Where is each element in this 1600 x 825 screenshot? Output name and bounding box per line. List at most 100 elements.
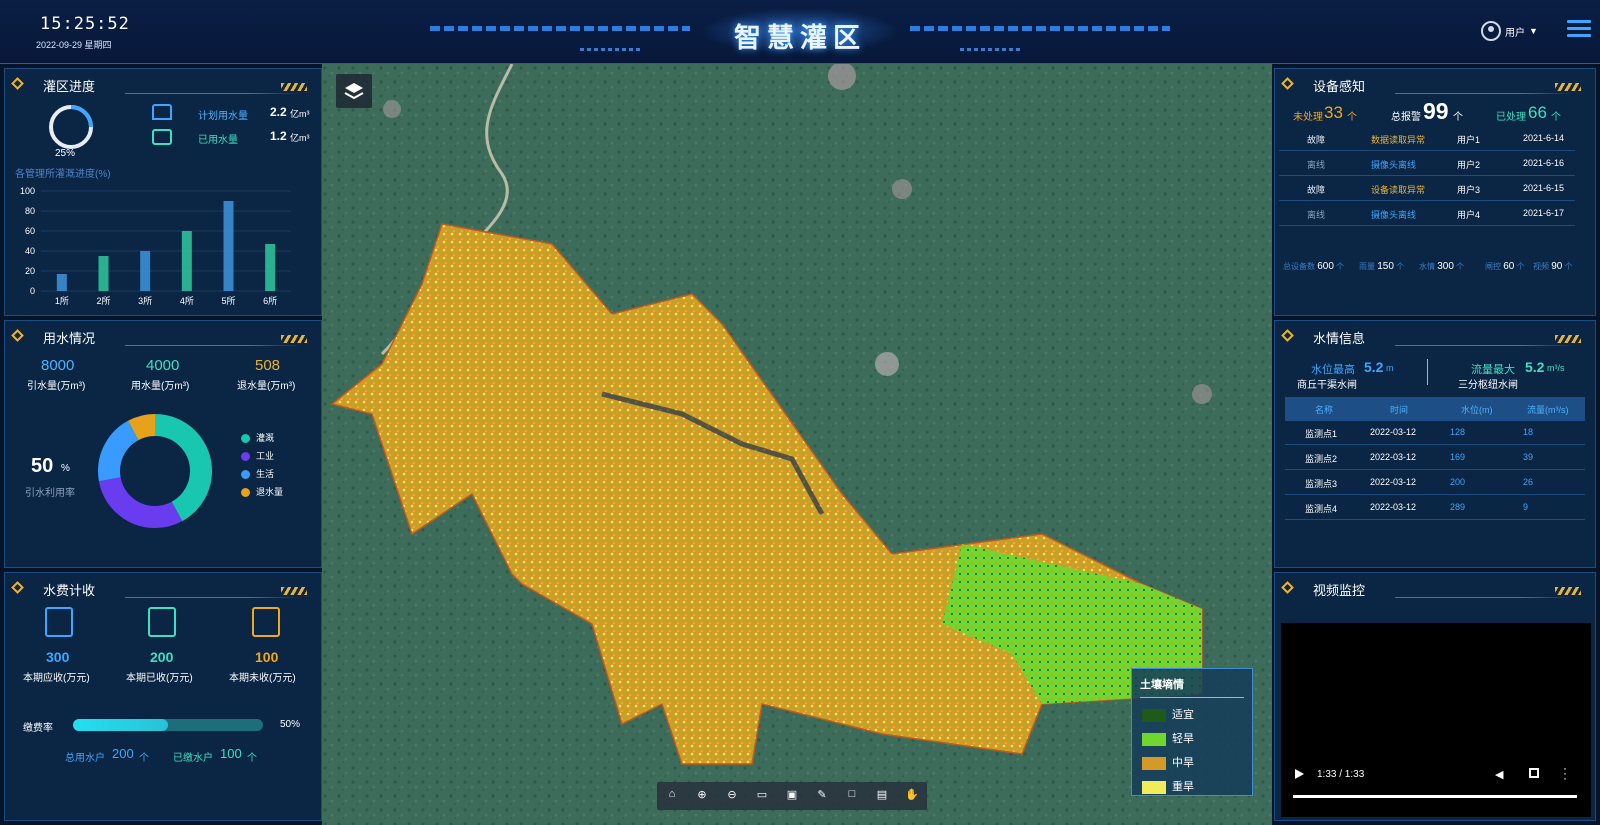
water-table-cell: 2022-03-12 — [1370, 452, 1417, 462]
date: 2022-09-29 星期四 — [36, 40, 112, 50]
video-player[interactable]: 1:33 / 1:33 ◀ · · · — [1281, 623, 1591, 817]
title-area: 智慧灌区 — [420, 0, 1180, 64]
bar-chart: 0 20 40 60 80 100 1所 2所 3所 4所 5所 6所 — [20, 186, 291, 305]
select-box-icon[interactable]: □ — [845, 788, 859, 802]
pending-label: 未处理 — [1293, 112, 1323, 123]
fee-panel: 水费计收 300 本期应收(万元) 200 本期已收(万元) 100 本期未收(… — [4, 572, 322, 821]
video-progress[interactable] — [1293, 795, 1577, 798]
max-level-site: 商丘干渠水闸 — [1297, 380, 1357, 391]
used-label: 已用水量 — [198, 135, 238, 146]
home-icon[interactable]: ⌂ — [665, 788, 679, 802]
video-panel: 视频监控 1:33 / 1:33 ◀ · · · — [1274, 572, 1596, 821]
alarm-row[interactable]: 故障 数据读取异常 用户1 2021-6-14 — [1279, 126, 1575, 151]
device-summary-item: 雨量 150 个 — [1359, 261, 1405, 272]
unreceived-icon — [252, 607, 280, 637]
user-name: 用户 — [1505, 27, 1525, 39]
water-table-cell: 26 — [1523, 477, 1534, 487]
pan-hand-icon[interactable]: ✋ — [905, 788, 919, 802]
chevron-down-icon: ▼ — [1529, 26, 1538, 36]
fullscreen-map-icon[interactable]: ▣ — [785, 788, 799, 802]
water-table-cell: 200 — [1450, 477, 1466, 487]
zoom-in-icon[interactable]: ⊕ — [695, 788, 709, 802]
water-table-header-cell: 水位(m) — [1461, 405, 1493, 415]
alarm-cell: 摄像头离线 — [1371, 210, 1417, 220]
water-table-cell: 2022-03-12 — [1370, 502, 1417, 512]
water-table-cell: 监测点4 — [1305, 504, 1338, 514]
stat-label: 引水量(万m³) — [27, 381, 86, 392]
alarm-row[interactable]: 离线 摄像头离线 用户4 2021-6-17 — [1279, 201, 1575, 226]
usage-panel: 用水情况 8000 引水量(万m³) 4000 用水量(万m³) 508 退水量… — [4, 320, 322, 568]
alarm-cell: 设备读取异常 — [1371, 185, 1426, 195]
bar — [140, 251, 151, 291]
receivable-icon — [45, 607, 73, 637]
water-table-header-cell: 流量(m³/s) — [1527, 405, 1569, 415]
device-summary-item: 水情 300 个 — [1419, 261, 1465, 272]
water-panel: 水情信息 水位最高 5.2 m 商丘干渠水闸 流量最大 5.2 m³/s 三分枢… — [1274, 320, 1596, 568]
water-used-icon — [152, 129, 172, 145]
panel-title: 用水情况 — [43, 331, 96, 346]
user-menu[interactable]: 用户 ▼ — [1481, 21, 1538, 41]
alarm-cell: 故障 — [1307, 185, 1326, 195]
progress-ring — [49, 105, 93, 149]
chart-title: 各管理所灌溉进度(%) — [15, 169, 111, 180]
fee-label: 本期未收(万元) — [229, 673, 296, 684]
menu-icon[interactable] — [1567, 20, 1591, 42]
y-tick-label: 20 — [25, 266, 35, 276]
y-tick-label: 40 — [25, 246, 35, 256]
panel-title: 水情信息 — [1313, 331, 1366, 346]
plan-label: 计划用水量 — [198, 111, 248, 122]
more-options-icon[interactable]: · · · — [1563, 762, 1567, 784]
legend-swatch — [1142, 708, 1166, 722]
draw-icon[interactable]: ✎ — [815, 788, 829, 802]
fee-label: 本期应收(万元) — [23, 673, 90, 684]
volume-icon[interactable]: ◀ — [1495, 768, 1503, 781]
water-table-cell: 2022-03-12 — [1370, 477, 1417, 487]
map-icon[interactable]: ▤ — [875, 788, 889, 802]
layers-button[interactable] — [336, 74, 372, 108]
video-time: 1:33 / 1:33 — [1317, 769, 1365, 780]
legend-dot — [241, 488, 250, 498]
fullscreen-icon[interactable] — [1529, 768, 1539, 778]
y-tick-label: 0 — [30, 286, 35, 296]
legend-item: 重旱 — [1142, 778, 1194, 794]
alarm-row[interactable]: 离线 摄像头离线 用户2 2021-6-16 — [1279, 151, 1575, 176]
play-icon[interactable] — [1295, 769, 1304, 779]
stat-label: 退水量(万m³) — [237, 381, 296, 392]
measure-icon[interactable]: ▭ — [755, 788, 769, 802]
water-table-cell: 9 — [1523, 502, 1529, 512]
alarm-cell: 数据读取异常 — [1371, 135, 1426, 145]
fee-value: 300 — [46, 649, 70, 665]
top-bar: 15:25:52 2022-09-29 星期四 智慧灌区 用户 ▼ — [0, 0, 1600, 64]
plan-value: 2.2 — [270, 105, 287, 119]
panel-title: 灌区进度 — [43, 79, 96, 94]
bar — [56, 274, 67, 291]
alarm-row[interactable]: 故障 设备读取异常 用户3 2021-6-15 — [1279, 176, 1575, 201]
x-tick-label: 3所 — [138, 296, 152, 305]
y-tick-label: 60 — [25, 226, 35, 236]
fee-rate-label: 缴费率 — [23, 723, 53, 734]
water-table-cell: 2022-03-12 — [1370, 427, 1417, 437]
bar — [98, 256, 109, 291]
zoom-out-icon[interactable]: ⊖ — [725, 788, 739, 802]
water-table-cell: 监测点1 — [1305, 429, 1338, 439]
map-view[interactable] — [322, 64, 1272, 825]
alarm-cell: 用户2 — [1457, 160, 1481, 170]
donut-legend-item: 工业 — [241, 449, 274, 462]
alarm-cell: 2021-6-17 — [1523, 208, 1565, 218]
alarm-cell: 离线 — [1307, 160, 1326, 170]
pending-value: 33 — [1324, 103, 1343, 122]
legend-swatch — [1142, 732, 1166, 746]
fee-rate-bar — [73, 719, 263, 731]
water-table-cell: 39 — [1523, 452, 1534, 462]
water-table-cell: 289 — [1450, 502, 1466, 512]
total-alarm-value: 99 — [1423, 98, 1449, 124]
water-table-cell: 监测点2 — [1305, 454, 1338, 464]
legend-dot — [241, 452, 250, 462]
bar — [223, 201, 234, 291]
layers-icon — [344, 83, 364, 100]
map-toolbar: ⌂ ⊕ ⊖ ▭ ▣ ✎ □ ▤ ✋ — [657, 782, 927, 810]
donut-legend-item: 退水量 — [241, 485, 283, 498]
satellite-map — [322, 64, 1272, 825]
panel-title: 水费计收 — [43, 583, 96, 598]
user-icon — [1481, 21, 1501, 41]
